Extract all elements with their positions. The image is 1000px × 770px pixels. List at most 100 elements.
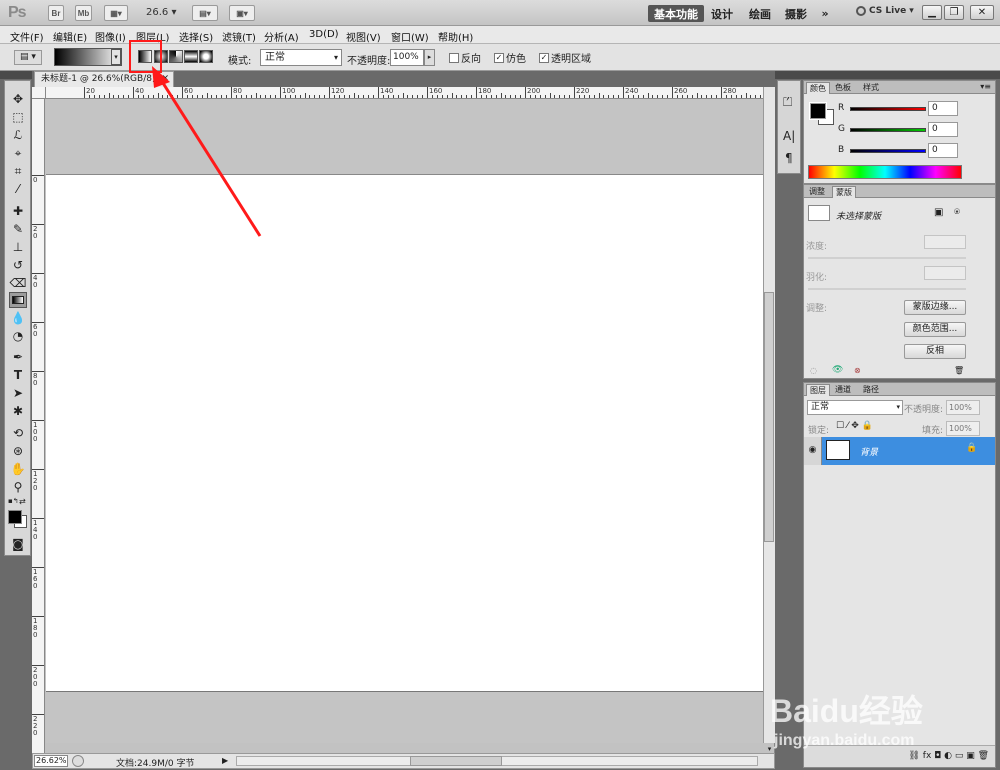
delete-mask-icon[interactable]: 🗑 [954,366,964,375]
apply-mask-icon[interactable]: 👁 [832,365,843,375]
vertical-scroll-thumb[interactable] [764,292,774,542]
color-panel-foreground-swatch[interactable] [809,102,827,120]
gradient-tool-icon[interactable] [9,292,27,308]
layer-name[interactable]: 背景 [860,445,878,458]
horizontal-scroll-thumb[interactable] [410,756,502,766]
cs-live-button[interactable]: CS Live ▾ [856,6,914,16]
zoom-level-dropdown[interactable]: 26.6 ▾ [146,7,176,18]
workspace-photography[interactable]: 摄影 [782,5,810,22]
menu-edit[interactable]: 编辑(E) [53,29,87,44]
tab-adjustments[interactable]: 调整 [806,186,828,198]
load-selection-icon[interactable]: ◌ [810,366,817,375]
layer-visibility-eye-icon[interactable]: ◉ [804,437,822,465]
menu-3d[interactable]: 3D(D) [309,29,339,40]
vector-mask-icon[interactable]: ⍟ [954,207,960,218]
menu-view[interactable]: 视图(V) [346,29,381,44]
shape-tool-icon[interactable]: ✱ [9,403,27,419]
lock-icons[interactable]: ☐ ⁄ ✥ 🔒 [836,421,873,431]
red-value-input[interactable]: 0 [928,101,958,116]
close-button[interactable]: ✕ [970,5,994,20]
tab-masks[interactable]: 蒙版 [832,186,856,198]
color-spectrum-bar[interactable] [808,165,962,179]
workspace-more-button[interactable]: » [816,5,834,22]
document-canvas[interactable] [46,175,763,691]
menu-filter[interactable]: 滤镜(T) [222,29,256,44]
dither-checkbox[interactable]: ✓ 仿色 [494,50,526,65]
restore-button[interactable]: ❐ [944,5,964,20]
blend-mode-select[interactable]: 正常 ▾ [807,400,903,415]
lasso-tool-icon[interactable]: ℒ [9,127,27,143]
swap-colors-icon[interactable]: ⇄ [19,497,26,506]
eyedropper-tool-icon[interactable]: ⁄ [9,181,27,197]
blue-value-input[interactable]: 0 [928,143,958,158]
quick-selection-tool-icon[interactable]: ⌖ [9,145,27,161]
menu-help[interactable]: 帮助(H) [438,29,473,44]
history-panel-icon[interactable]: ⏍ [783,95,792,110]
status-info-icon[interactable] [72,755,84,767]
disable-mask-icon[interactable]: ⊗ [854,366,861,375]
3d-rotate-tool-icon[interactable]: ⟲ [9,425,27,441]
tab-channels[interactable]: 通道 [832,384,854,396]
menu-file[interactable]: 文件(F) [10,29,44,44]
bridge-button[interactable]: Br [48,5,64,21]
transparency-checkbox[interactable]: ✓ 透明区域 [539,50,591,65]
crop-tool-icon[interactable]: ⌗ [9,163,27,179]
status-menu-arrow[interactable]: ▶ [222,756,228,765]
history-brush-tool-icon[interactable]: ↺ [9,257,27,273]
hand-tool-icon[interactable]: ✋ [9,461,27,477]
brush-tool-icon[interactable]: ✎ [9,221,27,237]
healing-brush-tool-icon[interactable]: ✚ [9,203,27,219]
dodge-tool-icon[interactable]: ◔ [9,328,27,344]
green-value-input[interactable]: 0 [928,122,958,137]
foreground-color-swatch[interactable] [8,510,22,524]
menu-image[interactable]: 图像(I) [95,29,126,44]
opacity-slider-button[interactable]: ▸ [424,49,435,66]
arrange-documents-button[interactable]: ▤▾ [192,5,218,21]
path-selection-tool-icon[interactable]: ➤ [9,385,27,401]
layer-row-background[interactable]: ◉ 背景 🔒 [804,437,995,465]
tool-preset-picker[interactable]: ▤ ▾ [14,50,42,65]
workspace-design[interactable]: 设计 [708,5,736,22]
move-tool-icon[interactable]: ✥ [9,91,27,107]
fill-input[interactable]: 100% [946,421,980,436]
panel-menu-icon[interactable]: ▾≡ [980,82,991,91]
blue-slider[interactable] [850,149,926,153]
red-slider[interactable] [850,107,926,111]
tab-styles[interactable]: 样式 [860,82,882,94]
screen-mode-button[interactable]: ▣▾ [229,5,255,21]
default-colors-icon[interactable]: ▪↰ [8,497,19,505]
green-slider[interactable] [850,128,926,132]
quick-mask-icon[interactable]: ◙ [9,536,27,552]
ruler-origin[interactable] [32,87,46,99]
tab-layers[interactable]: 图层 [806,384,830,396]
gradient-picker-dropdown[interactable]: ▾ [111,49,121,65]
tab-color[interactable]: 颜色 [806,82,830,94]
menu-window[interactable]: 窗口(W) [391,29,429,44]
color-range-button[interactable]: 颜色范围... [904,322,966,337]
paragraph-panel-icon[interactable]: ¶ [785,151,793,165]
tab-paths[interactable]: 路径 [860,384,882,396]
character-panel-icon[interactable]: A| [783,129,795,143]
tab-swatches[interactable]: 色板 [832,82,854,94]
clone-stamp-tool-icon[interactable]: ⊥ [9,239,27,255]
workspace-essentials[interactable]: 基本功能 [648,5,704,22]
vertical-ruler[interactable]: 0 2 0 4 0 6 0 8 0 1 0 0 1 2 0 1 4 0 1 6 0 1 8 0 2 … [32,99,45,753]
layer-opacity-input[interactable]: 100% [946,400,980,415]
mini-bridge-button[interactable]: Mb [75,5,92,21]
view-extras-button[interactable]: ▦▾ [104,5,128,21]
pixel-mask-icon[interactable]: ▣ [934,207,943,218]
eraser-tool-icon[interactable]: ⌫ [9,275,27,291]
workspace-painting[interactable]: 绘画 [746,5,774,22]
marquee-tool-icon[interactable]: ⬚ [9,109,27,125]
opacity-input[interactable]: 100% [390,49,424,66]
type-tool-icon[interactable]: T [9,367,27,383]
3d-orbit-tool-icon[interactable]: ⊛ [9,443,27,459]
status-zoom-field[interactable]: 26.62% [34,755,68,767]
mask-edge-button[interactable]: 蒙版边缘... [904,300,966,315]
zoom-tool-icon[interactable]: ⚲ [9,479,27,495]
mode-select[interactable]: 正常 ▾ [260,49,342,66]
menu-select[interactable]: 选择(S) [179,29,213,44]
menu-analysis[interactable]: 分析(A) [264,29,299,44]
invert-button[interactable]: 反相 [904,344,966,359]
blur-tool-icon[interactable]: 💧 [9,310,27,326]
